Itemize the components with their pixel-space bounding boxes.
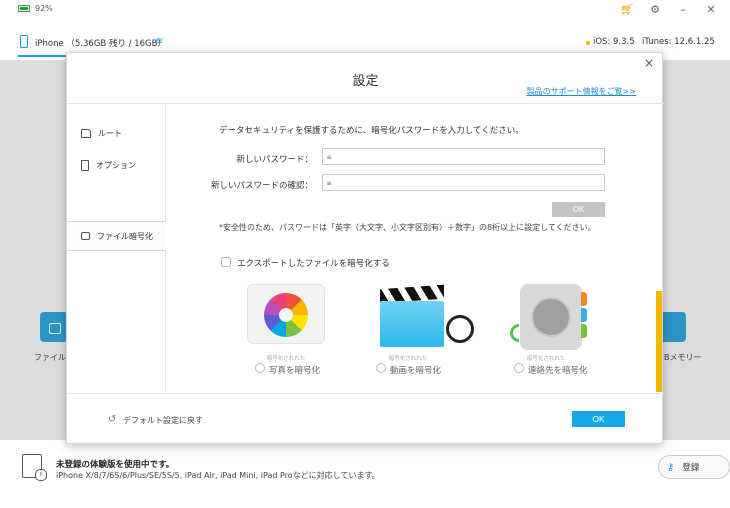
phone-handset-icon — [506, 320, 532, 346]
battery-percent: 92% — [35, 4, 53, 13]
trial-info-icon — [22, 454, 47, 481]
sidebar-item-options[interactable]: オプション — [67, 150, 166, 180]
film-reel-icon — [446, 315, 474, 343]
media-caption: 暗号化されれた — [388, 356, 428, 362]
photos-flower-icon — [264, 293, 308, 337]
window-controls: 🛒︎ ⚙ – ✕ — [620, 3, 718, 16]
menu-icon[interactable]: ≡ — [155, 36, 163, 47]
encrypt-contacts-radio[interactable] — [514, 363, 524, 373]
sidebar-item-root[interactable]: ルート — [67, 118, 166, 148]
divider — [67, 393, 664, 394]
compatibility-text: iPhone X/8/7/6S/6/Plus/SE/5S/5, iPad Air… — [56, 471, 380, 480]
phone-icon — [20, 35, 28, 48]
new-password-label: 新しいパスワード： — [236, 155, 313, 165]
minimize-icon[interactable]: – — [676, 3, 690, 16]
contacts-people-icon — [531, 297, 571, 337]
dialog-close-button[interactable]: × — [644, 56, 654, 70]
photos-icon — [247, 284, 325, 344]
video-icon — [380, 284, 474, 347]
encrypt-photos-label: 写真を暗号化 — [269, 366, 321, 376]
password-ok-button[interactable]: OK — [552, 202, 605, 217]
media-caption: 暗号化されれた — [526, 356, 566, 362]
reset-icon[interactable]: ↺ — [108, 414, 116, 425]
lock-icon: 🔒︎ — [327, 152, 332, 161]
battery-icon — [18, 5, 30, 12]
register-label: 登録 — [682, 463, 700, 473]
encrypt-videos-label: 動画を暗号化 — [390, 366, 442, 376]
itunes-version: iTunes: 12.6.1.25 — [642, 37, 715, 47]
ok-button[interactable]: OK — [572, 411, 625, 427]
highlight-bar — [656, 291, 662, 392]
reset-defaults-link[interactable]: デフォルト設定に戻す — [123, 415, 203, 426]
contacts-icon — [506, 284, 587, 350]
close-icon[interactable]: ✕ — [704, 3, 718, 16]
gear-icon[interactable]: ⚙ — [648, 3, 662, 16]
status-dot-icon — [586, 41, 590, 45]
encryption-content: データセキュリティを保護するために、暗号化パスワードを入力してください。 新しい… — [167, 104, 664, 392]
support-link[interactable]: 製品のサポート情報をご覧>> — [527, 86, 636, 97]
sidebar-item-label: オプション — [96, 160, 136, 170]
cart-icon[interactable]: 🛒︎ — [620, 3, 634, 16]
sidebar-item-label: ルート — [98, 128, 122, 138]
intro-text: データセキュリティを保護するために、暗号化パスワードを入力してください。 — [219, 126, 524, 136]
device-name[interactable]: iPhone （5.36GB 残り / 16GB） — [35, 37, 166, 49]
encrypt-contacts-label: 連絡先を暗号化 — [528, 366, 588, 376]
media-caption: 暗号化されれた — [266, 356, 306, 362]
key-icon: ⚷ — [667, 461, 675, 473]
sidebar-item-label: ファイル暗号化 — [97, 231, 153, 241]
register-button[interactable]: ⚷ 登録 — [658, 455, 730, 479]
new-password-field[interactable] — [322, 148, 605, 165]
lock-icon — [81, 232, 90, 240]
settings-sidebar: ルート オプション ファイル暗号化 — [67, 104, 166, 392]
trial-title: 未登録の体験版を使用中です。 — [56, 460, 175, 470]
confirm-password-label: 新しいパスワードの確認： — [210, 181, 313, 191]
export-encrypt-checkbox[interactable] — [221, 257, 231, 267]
lock-icon: 🔒︎ — [327, 178, 332, 187]
confirm-password-field[interactable] — [322, 174, 605, 191]
password-note: *安全性のため、パスワードは「英字（大文字、小文字区別有）＋数字」の8桁以上に設… — [219, 223, 596, 232]
encrypt-videos-radio[interactable] — [376, 363, 386, 373]
document-icon — [81, 159, 89, 171]
sidebar-item-file-encryption[interactable]: ファイル暗号化 — [67, 221, 166, 251]
export-encrypt-label: エクスポートしたファイルを暗号化する — [237, 259, 390, 269]
title-bar: 92% 🛒︎ ⚙ – ✕ — [0, 0, 730, 22]
folder-icon — [81, 128, 91, 138]
encrypt-photos-radio[interactable] — [255, 363, 265, 373]
settings-dialog: × 設定 製品のサポート情報をご覧>> ルート オプション ファイル暗号化 デー… — [66, 52, 664, 444]
ios-version: iOS: 9.3.5 — [593, 37, 635, 47]
